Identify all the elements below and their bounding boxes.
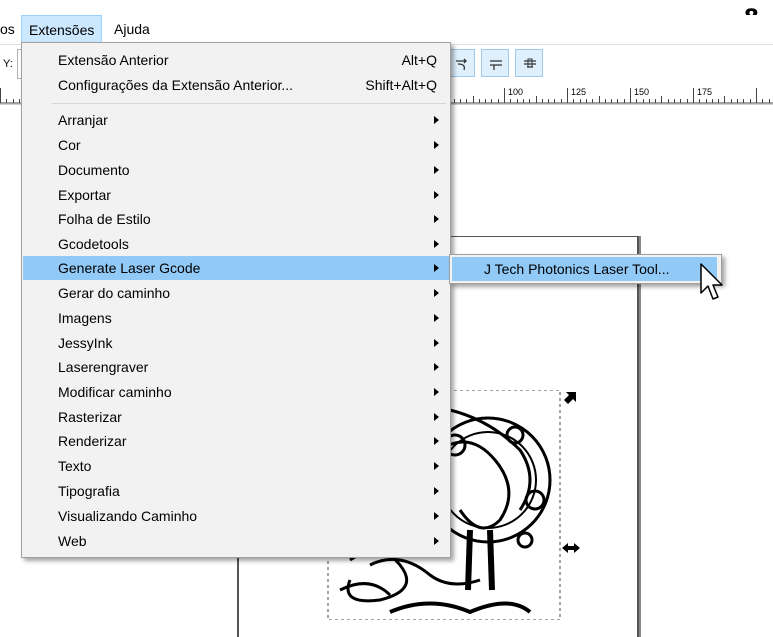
menu-web[interactable]: Web xyxy=(23,529,449,553)
menu-modificar-caminho[interactable]: Modificar caminho xyxy=(23,380,449,404)
menu-extensao-anterior-label: Extensão Anterior xyxy=(58,52,169,68)
submenu-arrow-icon xyxy=(434,264,439,272)
menu-gerar-do-caminho-label: Gerar do caminho xyxy=(58,285,171,301)
menu-jessyink-label: JessyInk xyxy=(58,335,113,351)
extensoes-menu: Extensão Anterior Alt+Q Configurações da… xyxy=(21,42,451,558)
submenu-arrow-icon xyxy=(434,215,439,223)
submenu-arrow-icon xyxy=(434,314,439,322)
menu-texto[interactable]: Texto xyxy=(23,454,449,478)
menu-rasterizar[interactable]: Rasterizar xyxy=(23,405,449,429)
submenu-arrow-icon xyxy=(434,413,439,421)
menu-cor[interactable]: Cor xyxy=(23,133,449,157)
node-symmetric-button[interactable] xyxy=(481,49,509,77)
menu-separator xyxy=(52,103,446,104)
menu-gerar-do-caminho[interactable]: Gerar do caminho xyxy=(23,281,449,305)
menu-arranjar[interactable]: Arranjar xyxy=(23,108,449,132)
submenu-arrow-icon xyxy=(434,462,439,470)
submenu-arrow-icon xyxy=(434,437,439,445)
generate-laser-gcode-submenu: J Tech Photonics Laser Tool... xyxy=(449,254,722,284)
menu-visualizando-caminho-label: Visualizando Caminho xyxy=(58,508,198,524)
menu-web-label: Web xyxy=(58,533,87,549)
menu-item-extensoes[interactable]: Extensões xyxy=(21,15,103,43)
menu-jessyink[interactable]: JessyInk xyxy=(23,331,449,355)
menu-exportar[interactable]: Exportar xyxy=(23,183,449,207)
submenu-arrow-icon xyxy=(434,141,439,149)
menu-config-extensao-anterior[interactable]: Configurações da Extensão Anterior... Sh… xyxy=(23,73,449,97)
mouse-pointer-icon xyxy=(700,263,723,300)
menu-item-ajuda-label: Ajuda xyxy=(114,21,150,37)
menu-documento-label: Documento xyxy=(58,162,130,178)
submenu-arrow-icon xyxy=(434,388,439,396)
submenu-arrow-icon xyxy=(434,289,439,297)
submenu-arrow-icon xyxy=(434,191,439,199)
menu-gcodetools-label: Gcodetools xyxy=(58,236,129,252)
menu-generate-laser-gcode[interactable]: Generate Laser Gcode xyxy=(23,256,449,280)
ruler-label-100: 100 xyxy=(508,87,523,97)
y-label: Y: xyxy=(3,58,13,70)
submenu-arrow-icon xyxy=(434,116,439,124)
menu-config-extensao-anterior-label: Configurações da Extensão Anterior... xyxy=(58,77,294,93)
submenu-arrow-icon xyxy=(434,166,439,174)
menu-renderizar-label: Renderizar xyxy=(58,433,127,449)
node-auto-icon xyxy=(524,58,536,68)
ruler-label-150: 150 xyxy=(634,87,649,97)
menu-imagens[interactable]: Imagens xyxy=(23,306,449,330)
submenu-arrow-icon xyxy=(434,240,439,248)
menu-tipografia-label: Tipografia xyxy=(58,483,120,499)
menu-item-extensoes-label: Extensões xyxy=(29,22,95,38)
submenu-arrow-icon xyxy=(434,339,439,347)
node-smooth-icon xyxy=(456,58,467,71)
menu-config-extensao-anterior-accel: Shift+Alt+Q xyxy=(365,77,437,93)
scale-handle-right[interactable] xyxy=(562,543,580,553)
submenu-jtech-laser-tool[interactable]: J Tech Photonics Laser Tool... xyxy=(452,257,717,281)
ruler-label-175: 175 xyxy=(697,87,712,97)
submenu-arrow-icon xyxy=(434,537,439,545)
menu-renderizar[interactable]: Renderizar xyxy=(23,429,449,453)
menu-generate-laser-gcode-label: Generate Laser Gcode xyxy=(58,260,201,276)
menu-visualizando-caminho[interactable]: Visualizando Caminho xyxy=(23,504,449,528)
menu-cor-label: Cor xyxy=(58,137,81,153)
ruler-label-125: 125 xyxy=(571,87,586,97)
menu-tipografia[interactable]: Tipografia xyxy=(23,479,449,503)
scale-handle-top-right[interactable] xyxy=(564,392,576,404)
menu-rasterizar-label: Rasterizar xyxy=(58,409,122,425)
node-symmetric-icon xyxy=(490,60,502,70)
menu-item-partial[interactable]: os xyxy=(0,15,22,43)
menu-folha-de-estilo-label: Folha de Estilo xyxy=(58,211,151,227)
menu-texto-label: Texto xyxy=(58,458,92,474)
menu-folha-de-estilo[interactable]: Folha de Estilo xyxy=(23,207,449,231)
submenu-arrow-icon xyxy=(434,487,439,495)
menu-laserengraver-label: Laserengraver xyxy=(58,359,149,375)
menu-documento[interactable]: Documento xyxy=(23,158,449,182)
menu-gcodetools[interactable]: Gcodetools xyxy=(23,232,449,256)
menubar: os Extensões Ajuda xyxy=(0,15,773,43)
menu-laserengraver[interactable]: Laserengraver xyxy=(23,355,449,379)
menu-extensao-anterior-accel: Alt+Q xyxy=(401,52,437,68)
menu-item-ajuda[interactable]: Ajuda xyxy=(107,15,157,43)
node-auto-button[interactable] xyxy=(515,49,543,77)
menu-modificar-caminho-label: Modificar caminho xyxy=(58,384,172,400)
menu-imagens-label: Imagens xyxy=(58,310,112,326)
submenu-arrow-icon xyxy=(434,363,439,371)
menu-item-partial-label: os xyxy=(0,21,15,37)
submenu-jtech-laser-tool-label: J Tech Photonics Laser Tool... xyxy=(484,261,670,277)
menu-exportar-label: Exportar xyxy=(58,187,111,203)
menu-arranjar-label: Arranjar xyxy=(58,112,108,128)
submenu-arrow-icon xyxy=(434,512,439,520)
menu-extensao-anterior[interactable]: Extensão Anterior Alt+Q xyxy=(23,48,449,72)
node-smooth-button[interactable] xyxy=(447,49,475,77)
